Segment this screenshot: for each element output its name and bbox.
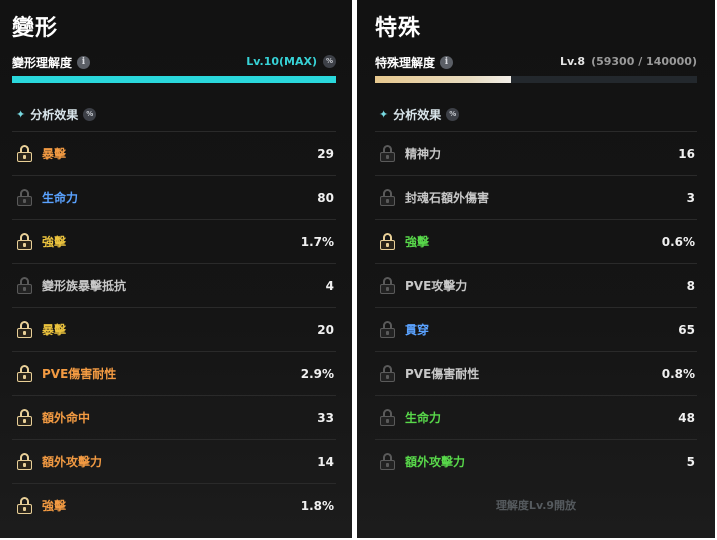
lock-icon[interactable] <box>17 145 32 162</box>
stat-row: 封魂石額外傷害 3 <box>375 175 697 219</box>
stat-value: 8 <box>686 278 695 293</box>
sparkle-icon: ✦ <box>379 108 389 121</box>
stat-row: 額外命中 33 <box>12 395 336 439</box>
stat-name: 封魂石額外傷害 <box>405 191 490 205</box>
stat-value: 20 <box>317 322 334 337</box>
level-indicator: Lv.10(MAX) % <box>246 55 336 68</box>
stat-list: 暴擊 29 生命力 80 強擊 1.7% 變形族暴擊抵抗 4 暴擊 20 PVE傷害耐性 2.9% 額外… <box>12 131 336 527</box>
section-title: 分析效果 <box>393 108 442 122</box>
lock-icon[interactable] <box>380 233 395 250</box>
proficiency-label: 特殊理解度 i <box>375 54 454 71</box>
stat-name: 變形族暴擊抵抗 <box>42 279 127 293</box>
stat-name: 強擊 <box>42 235 67 249</box>
stat-name: 額外命中 <box>42 411 91 425</box>
lock-icon[interactable] <box>17 233 32 250</box>
stat-value: 80 <box>317 190 334 205</box>
stat-row: 額外攻擊力 5 <box>375 439 697 483</box>
stat-value: 5 <box>686 454 695 469</box>
unlock-note: 理解度Lv.9開放 <box>495 499 577 512</box>
lock-icon[interactable] <box>380 189 395 206</box>
stat-row: 暴擊 20 <box>12 307 336 351</box>
progress-fill <box>375 76 512 83</box>
lock-icon[interactable] <box>17 409 32 426</box>
stat-row: PVE傷害耐性 2.9% <box>12 351 336 395</box>
stat-value: 16 <box>678 146 695 161</box>
panel-title: 特殊 <box>375 16 422 41</box>
progress-fill <box>12 76 336 83</box>
proficiency-progress-bar <box>375 76 697 83</box>
stat-name: 額外攻擊力 <box>405 455 466 469</box>
stat-value: 0.6% <box>661 234 695 249</box>
stat-name: 暴擊 <box>42 323 67 337</box>
stat-name: 強擊 <box>42 499 67 513</box>
level-text: Lv.8 <box>559 55 586 68</box>
lock-icon[interactable] <box>17 321 32 338</box>
level-progress-detail: (59300 / 140000) <box>591 55 697 68</box>
stat-name: 貫穿 <box>405 323 430 337</box>
stat-row: 強擊 1.7% <box>12 219 336 263</box>
stat-name: PVE攻擊力 <box>405 279 468 293</box>
stat-name: 生命力 <box>405 411 442 425</box>
analysis-section-header: ✦ 分析效果 % <box>16 106 97 123</box>
proficiency-label-text: 變形理解度 <box>12 56 73 70</box>
stat-row: 強擊 0.6% <box>375 219 697 263</box>
lock-icon[interactable] <box>380 453 395 470</box>
proficiency-progress-bar <box>12 76 336 83</box>
info-icon[interactable]: i <box>440 56 454 69</box>
stat-value: 3 <box>686 190 695 205</box>
level-text: Lv.10(MAX) <box>246 55 317 68</box>
stat-value: 1.8% <box>300 498 334 513</box>
stat-row: 生命力 48 <box>375 395 697 439</box>
stat-value: 33 <box>317 410 334 425</box>
percent-toggle-icon[interactable]: % <box>83 108 97 121</box>
lock-icon[interactable] <box>380 409 395 426</box>
info-icon[interactable]: i <box>77 56 91 69</box>
lock-icon[interactable] <box>17 497 32 514</box>
stat-row: 強擊 1.8% <box>12 483 336 527</box>
sparkle-icon: ✦ <box>16 108 26 121</box>
stat-name: 額外攻擊力 <box>42 455 103 469</box>
proficiency-label-text: 特殊理解度 <box>375 56 436 70</box>
stat-value: 29 <box>317 146 334 161</box>
lock-icon[interactable] <box>380 365 395 382</box>
stat-row: 額外攻擊力 14 <box>12 439 336 483</box>
analysis-section-header: ✦ 分析效果 % <box>379 106 460 123</box>
stat-row: 變形族暴擊抵抗 4 <box>12 263 336 307</box>
stat-name: PVE傷害耐性 <box>405 367 480 381</box>
section-title: 分析效果 <box>30 108 79 122</box>
stat-value: 14 <box>317 454 334 469</box>
stat-value: 65 <box>678 322 695 337</box>
percent-toggle-icon[interactable]: % <box>323 55 336 68</box>
stat-name: 強擊 <box>405 235 430 249</box>
transform-panel: 變形 變形理解度 i Lv.10(MAX) % ✦ 分析效果 % 暴擊 29 生命力… <box>0 0 352 538</box>
stat-value: 48 <box>678 410 695 425</box>
special-panel: 特殊 特殊理解度 i Lv.8 (59300 / 140000) ✦ 分析效果 … <box>357 0 715 538</box>
stat-row: 暴擊 29 <box>12 131 336 175</box>
stat-name: 精神力 <box>405 147 442 161</box>
lock-icon[interactable] <box>380 277 395 294</box>
stat-value: 4 <box>325 278 334 293</box>
stat-value: 1.7% <box>300 234 334 249</box>
stat-row: 精神力 16 <box>375 131 697 175</box>
lock-icon[interactable] <box>17 277 32 294</box>
stat-name: 生命力 <box>42 191 79 205</box>
lock-icon[interactable] <box>17 453 32 470</box>
stat-row: PVE攻擊力 8 <box>375 263 697 307</box>
lock-icon[interactable] <box>17 189 32 206</box>
percent-toggle-icon[interactable]: % <box>446 108 460 121</box>
stat-value: 2.9% <box>300 366 334 381</box>
lock-icon[interactable] <box>380 145 395 162</box>
stat-row: 貫穿 65 <box>375 307 697 351</box>
panel-title: 變形 <box>12 16 59 41</box>
level-indicator: Lv.8 (59300 / 140000) <box>560 55 697 68</box>
lock-icon[interactable] <box>380 321 395 338</box>
lock-icon[interactable] <box>17 365 32 382</box>
stat-list: 精神力 16 封魂石額外傷害 3 強擊 0.6% PVE攻擊力 8 貫穿 65 PVE傷害耐性 0.8… <box>375 131 697 483</box>
stat-row: 生命力 80 <box>12 175 336 219</box>
stat-name: 暴擊 <box>42 147 67 161</box>
stat-value: 0.8% <box>661 366 695 381</box>
stat-row: PVE傷害耐性 0.8% <box>375 351 697 395</box>
proficiency-label: 變形理解度 i <box>12 54 91 71</box>
stat-name: PVE傷害耐性 <box>42 367 117 381</box>
